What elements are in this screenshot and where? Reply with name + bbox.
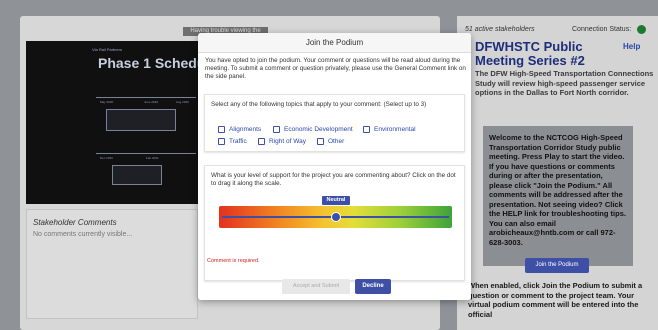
topic-economic-development[interactable]: Economic Development: [273, 126, 353, 133]
topics-card: Select any of the following topics that …: [204, 94, 465, 152]
support-prompt: What is your level of support for the pr…: [211, 172, 456, 187]
dialog-intro: You have opted to join the podium. Your …: [205, 57, 466, 80]
welcome-box: Welcome to the NCTCOG High-Speed Transpo…: [483, 126, 633, 266]
video-player[interactable]: Via Rail Partners Phase 1 Schedule May 2…: [26, 41, 198, 204]
schedule-box: [112, 165, 162, 185]
stakeholder-comments-panel: Stakeholder Comments No comments current…: [26, 209, 198, 319]
slider-handle[interactable]: [330, 212, 341, 222]
milestone-label: June 2020: [144, 100, 159, 104]
accept-submit-button[interactable]: Accept and Submit: [282, 279, 350, 294]
topic-label: Other: [328, 138, 345, 145]
topic-label: Alignments: [229, 126, 262, 133]
join-podium-dialog: Join the Podium You have opted to join t…: [198, 33, 471, 300]
checkbox[interactable]: [258, 138, 265, 145]
milestone-label: Dec 2020: [100, 156, 113, 160]
podium-instructions: When enabled, click Join the Podium to s…: [468, 281, 643, 319]
checkbox[interactable]: [273, 126, 280, 133]
topic-label: Environmental: [374, 126, 416, 133]
topic-label: Right of Way: [269, 138, 306, 145]
connection-status-label: Connection Status:: [572, 26, 632, 33]
checkbox[interactable]: [218, 126, 225, 133]
support-slider[interactable]: [219, 206, 452, 228]
help-link[interactable]: Help: [623, 42, 640, 51]
join-podium-button[interactable]: Join the Podium: [525, 258, 589, 273]
timeline-line: [96, 153, 196, 154]
video-logo: Via Rail Partners: [92, 47, 122, 52]
active-stakeholders: 51 active stakeholders: [465, 26, 535, 33]
topic-label: Economic Development: [284, 126, 353, 133]
schedule-box: [106, 109, 176, 131]
topic-environmental[interactable]: Environmental: [363, 126, 416, 133]
milestone-label: Feb 2021: [146, 156, 159, 160]
topic-alignments[interactable]: Alignments: [218, 126, 261, 133]
timeline-line: [96, 97, 196, 98]
topic-traffic[interactable]: Traffic: [218, 138, 247, 145]
checkbox[interactable]: [317, 138, 324, 145]
comments-empty-text: No comments currently visible...: [33, 231, 133, 238]
comments-heading: Stakeholder Comments: [33, 218, 117, 227]
milestone-label: Aug 2020: [176, 100, 189, 104]
support-level-label: Neutral: [322, 196, 350, 205]
checkbox[interactable]: [218, 138, 225, 145]
meeting-description: The DFW High-Speed Transportation Connec…: [475, 69, 654, 97]
topic-other[interactable]: Other: [317, 138, 344, 145]
dialog-title: Join the Podium: [198, 33, 471, 53]
meeting-title: DFWHSTC Public Meeting Series #2: [475, 39, 585, 68]
topic-label: Traffic: [229, 138, 247, 145]
milestone-label: May 2020: [100, 100, 114, 104]
welcome-text: Welcome to the NCTCOG High-Speed Transpo…: [489, 133, 626, 247]
topics-prompt: Select any of the following topics that …: [211, 101, 427, 108]
decline-button[interactable]: Decline: [355, 279, 391, 294]
video-title: Phase 1 Schedule: [98, 55, 198, 71]
connection-status-icon: [637, 25, 646, 34]
checkbox[interactable]: [363, 126, 370, 133]
topic-right-of-way[interactable]: Right of Way: [258, 138, 306, 145]
required-error: Comment is required.: [207, 258, 260, 264]
